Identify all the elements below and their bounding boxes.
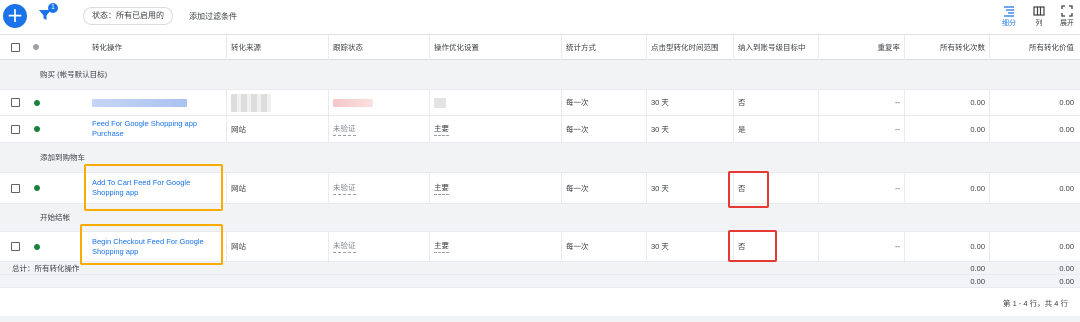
account-goal: 否 — [738, 98, 746, 107]
total-conversions: 0.00 — [970, 276, 985, 286]
repeat-rate: -- — [895, 183, 900, 193]
count-method: 每一次 — [566, 242, 589, 251]
add-button[interactable]: + — [3, 4, 27, 28]
col-header-tracking[interactable]: 跟踪状态 — [333, 35, 363, 59]
status-filter-chip[interactable]: 状态：所有已启用的 — [83, 7, 173, 25]
total-conversion-value: 0.00 — [1059, 263, 1074, 273]
highlight-box-yellow — [80, 224, 223, 265]
section-label: 购买 (帐号默认目标) — [40, 70, 108, 79]
section-header-purchase: 购买 (帐号默认目标) — [0, 60, 1080, 90]
table-footer: 第 1 - 4 行，共 4 行 — [0, 288, 1080, 318]
optimization-setting[interactable]: 主要 — [434, 232, 449, 261]
redacted-source — [231, 90, 271, 115]
count-method: 每一次 — [566, 98, 589, 107]
highlight-box-red — [728, 230, 777, 262]
row-checkbox[interactable] — [11, 173, 20, 203]
optimization-text: 主要 — [434, 240, 449, 253]
section-label: 开始结帐 — [40, 213, 70, 222]
count-method: 每一次 — [566, 183, 589, 193]
col-header-goal[interactable]: 纳入到账号级目标中 — [738, 35, 806, 59]
col-header-value[interactable]: 所有转化价值 — [990, 35, 1074, 59]
col-header-name[interactable]: 转化操作 — [92, 35, 122, 59]
tracking-status[interactable]: 未验证 — [333, 173, 356, 203]
col-header-window[interactable]: 点击型转化时间范围 — [651, 35, 719, 59]
enabled-status-dot — [34, 173, 40, 203]
add-filter-link[interactable]: 添加过滤条件 — [189, 11, 237, 22]
click-window: 30 天 — [651, 98, 669, 107]
row-checkbox[interactable] — [11, 90, 20, 115]
click-window: 30 天 — [651, 242, 669, 251]
highlight-box-red — [728, 171, 769, 208]
all-conversions: 0.00 — [970, 124, 985, 134]
enabled-status-dot — [34, 90, 40, 115]
tracking-status[interactable]: 未验证 — [333, 232, 356, 261]
pagination-text: 第 1 - 4 行，共 4 行 — [1002, 298, 1068, 308]
columns-label: 列 — [1035, 20, 1043, 27]
col-header-source[interactable]: 转化来源 — [231, 35, 261, 59]
filter-count-badge: 1 — [48, 3, 58, 13]
all-conversions: 0.00 — [970, 98, 985, 107]
redacted-optimization — [434, 90, 446, 115]
conversion-source: 网站 — [231, 242, 246, 251]
enabled-status-dot — [34, 116, 40, 142]
optimization-text: 主要 — [434, 182, 449, 195]
columns-icon — [1033, 6, 1045, 16]
repeat-rate: -- — [895, 98, 900, 107]
tracking-status[interactable]: 未验证 — [333, 116, 356, 142]
select-all-checkbox[interactable] — [11, 35, 20, 59]
segment-icon — [1004, 6, 1014, 17]
all-conversions: 0.00 — [970, 242, 985, 251]
totals-label: 总计：所有转化操作 — [12, 263, 80, 273]
all-conversions: 0.00 — [970, 183, 985, 193]
table-header: 转化操作 转化来源 跟踪状态 操作优化设置 统计方式 点击型转化时间范围 纳入到… — [0, 34, 1080, 60]
click-window: 30 天 — [651, 124, 669, 134]
optimization-setting[interactable]: 主要 — [434, 173, 449, 203]
enabled-status-dot — [34, 232, 40, 261]
status-header-dot — [33, 35, 39, 59]
redacted-conversion-name[interactable] — [92, 90, 187, 115]
totals-row: 0.00 0.00 — [0, 275, 1080, 288]
highlight-box-yellow — [84, 164, 223, 211]
all-conversion-value: 0.00 — [1059, 242, 1074, 251]
count-method: 每一次 — [566, 124, 589, 134]
all-conversion-value: 0.00 — [1059, 183, 1074, 193]
expand-label: 展开 — [1060, 20, 1074, 27]
expand-button[interactable]: 展开 — [1055, 4, 1079, 28]
optimization-setting[interactable]: 主要 — [434, 116, 449, 142]
table-row: Feed For Google Shopping app Purchase 网站… — [0, 116, 1080, 143]
toolbar: + 1 状态：所有已启用的 添加过滤条件 细分 列 展开 — [0, 0, 1080, 34]
col-header-optimization[interactable]: 操作优化设置 — [434, 35, 479, 59]
horizontal-scrollbar[interactable] — [0, 316, 1080, 322]
conversion-source: 网站 — [231, 124, 246, 134]
tracking-status-text: 未验证 — [333, 182, 356, 195]
row-checkbox[interactable] — [11, 232, 20, 261]
segment-label: 细分 — [1002, 20, 1016, 27]
click-window: 30 天 — [651, 183, 669, 193]
total-conversions: 0.00 — [970, 263, 985, 273]
fullscreen-icon — [1061, 5, 1073, 17]
conversion-name-link[interactable]: Feed For Google Shopping app Purchase — [92, 116, 222, 142]
col-header-repeat[interactable]: 重复率 — [820, 35, 901, 59]
tracking-status-text: 未验证 — [333, 240, 356, 253]
redacted-tracking — [333, 90, 373, 115]
tracking-status-text: 未验证 — [333, 123, 356, 136]
repeat-rate: -- — [895, 124, 900, 134]
repeat-rate: -- — [895, 242, 900, 251]
account-goal: 是 — [738, 124, 746, 134]
section-label: 添加到购物车 — [40, 153, 85, 162]
total-conversion-value: 0.00 — [1059, 276, 1074, 286]
col-header-conversions[interactable]: 所有转化次数 — [905, 35, 985, 59]
columns-button[interactable]: 列 — [1027, 4, 1051, 28]
table-row: 每一次 30 天 否 -- 0.00 0.00 — [0, 90, 1080, 116]
all-conversion-value: 0.00 — [1059, 124, 1074, 134]
segment-button[interactable]: 细分 — [997, 4, 1021, 28]
optimization-text: 主要 — [434, 123, 449, 136]
conversion-source: 网站 — [231, 183, 246, 193]
all-conversion-value: 0.00 — [1059, 98, 1074, 107]
row-checkbox[interactable] — [11, 116, 20, 142]
col-header-count[interactable]: 统计方式 — [566, 35, 596, 59]
